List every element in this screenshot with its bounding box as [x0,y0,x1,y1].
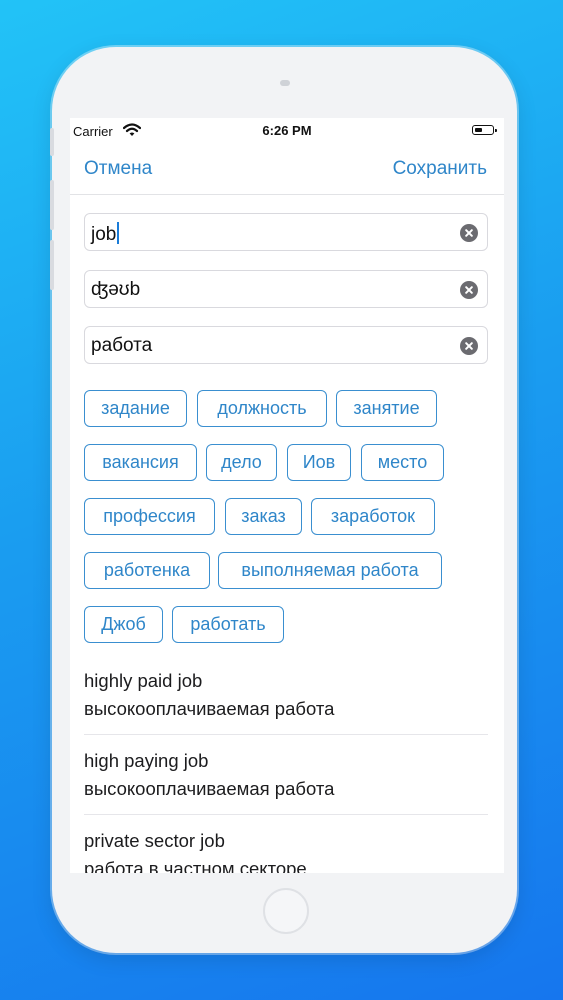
translation-chip[interactable]: задание [84,390,187,427]
battery-icon [472,125,497,135]
translation-chip[interactable]: место [361,444,444,481]
divider [84,734,488,735]
translation-chip[interactable]: Джоб [84,606,163,643]
example-item[interactable]: highly paid job высокооплачиваемая работ… [84,667,488,723]
word-field[interactable]: job [84,213,488,251]
clear-icon[interactable] [460,337,478,355]
translation-chip[interactable]: вакансия [84,444,197,481]
translation-chip[interactable]: профессия [84,498,215,535]
translation-chip[interactable]: Иов [287,444,351,481]
status-bar: Carrier 6:26 PM [70,118,504,144]
navigation-bar: Отмена Сохранить [70,144,504,195]
transcription-value: ʤəʊb [91,279,141,300]
translation-chip[interactable]: работать [172,606,284,643]
word-value: job [91,224,117,245]
example-russian: высокооплачиваемая работа [84,778,335,799]
cancel-button[interactable]: Отмена [84,158,152,180]
translation-chip[interactable]: должность [197,390,327,427]
example-russian: работа в частном секторе [84,858,307,873]
translation-field[interactable]: работа [84,326,488,364]
clear-icon[interactable] [460,281,478,299]
translation-chip[interactable]: заработок [311,498,435,535]
transcription-field[interactable]: ʤəʊb [84,270,488,308]
divider [84,814,488,815]
clear-icon[interactable] [460,224,478,242]
translation-chip[interactable]: выполняемая работа [218,552,442,589]
volume-down-button [50,240,54,290]
example-english: private sector job [84,830,225,851]
example-russian: высокооплачиваемая работа [84,698,335,719]
example-item[interactable]: private sector job работа в частном сект… [84,827,488,873]
volume-up-button [50,180,54,230]
translation-chip[interactable]: заказ [225,498,302,535]
translation-chip[interactable]: дело [206,444,277,481]
translation-chip[interactable]: работенка [84,552,210,589]
mute-switch [50,128,54,156]
translation-chip[interactable]: занятие [336,390,437,427]
translation-value: работа [91,335,153,356]
text-cursor [117,222,120,244]
clock: 6:26 PM [262,123,312,138]
example-english: high paying job [84,750,209,771]
front-camera [280,80,290,86]
app-screen: Carrier 6:26 PM Отмена Сохранить job ʤəʊ… [70,118,504,873]
home-button[interactable] [263,888,309,934]
example-item[interactable]: high paying job высокооплачиваемая работ… [84,747,488,803]
save-button[interactable]: Сохранить [393,158,487,180]
example-english: highly paid job [84,670,203,691]
